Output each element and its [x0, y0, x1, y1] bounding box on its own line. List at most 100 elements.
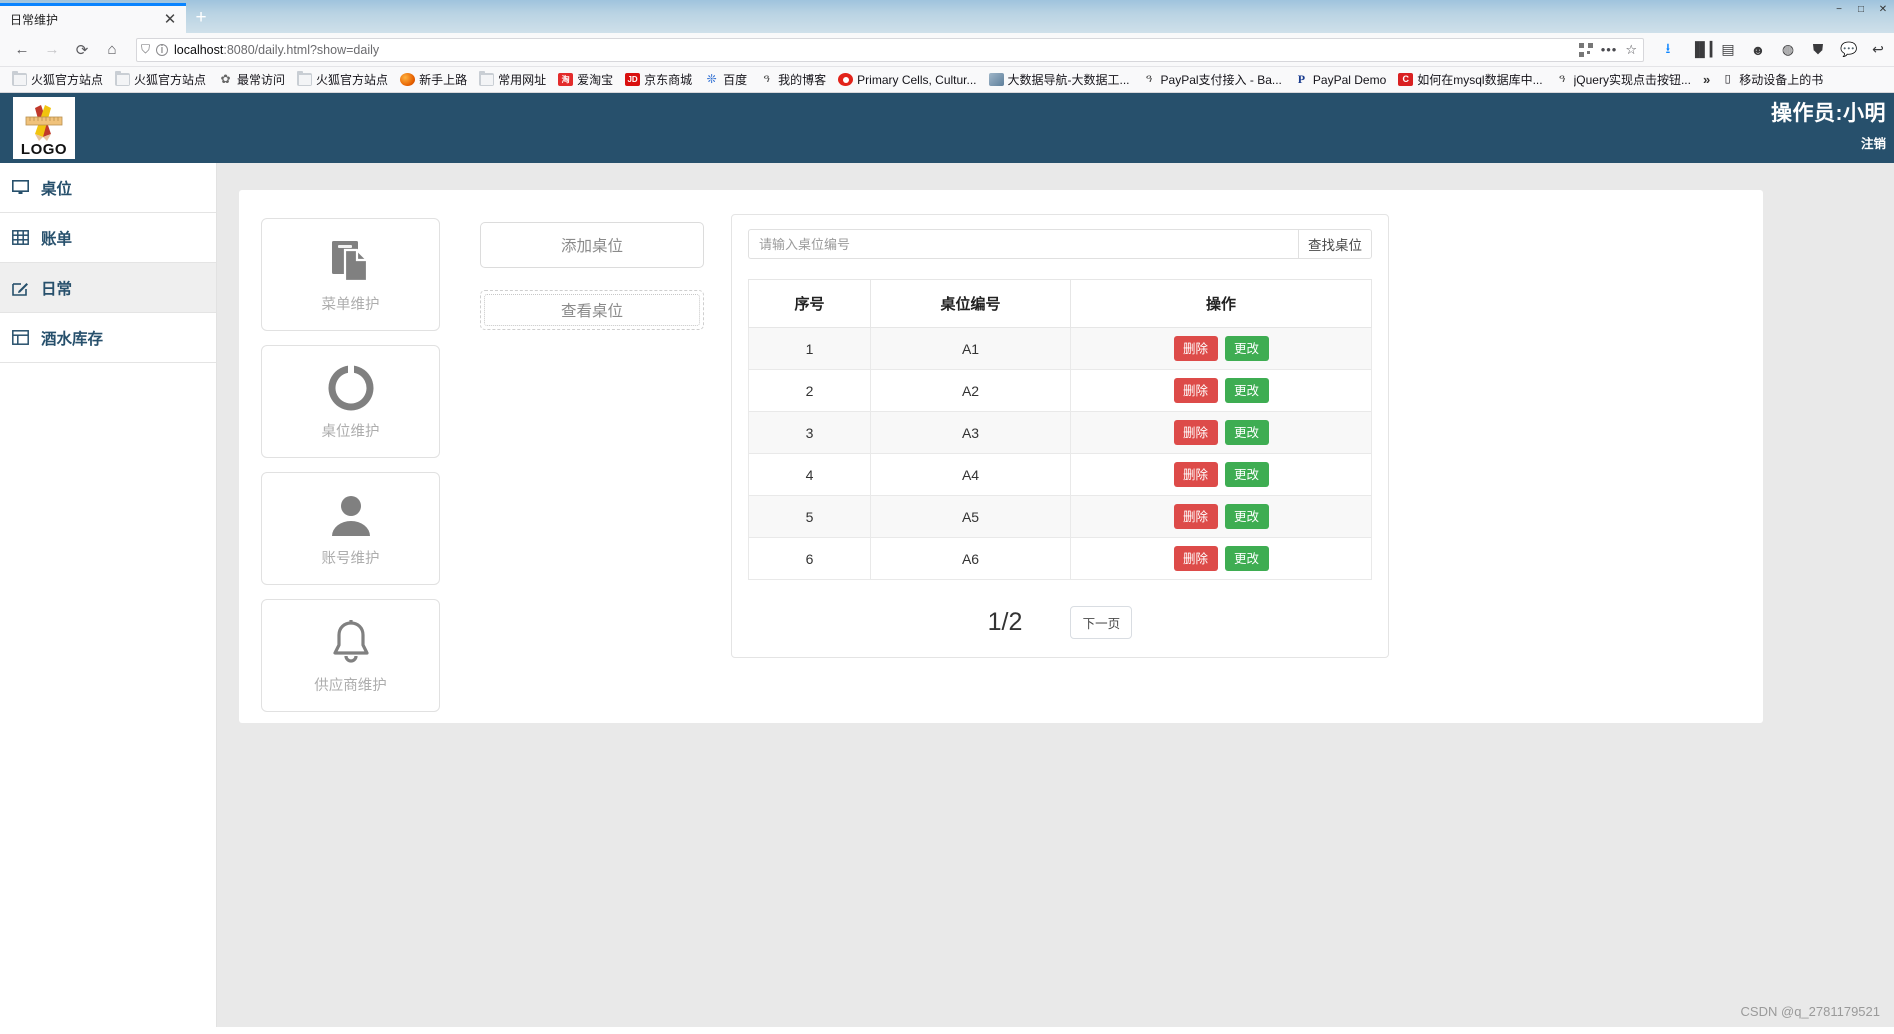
delete-button[interactable]: 删除 — [1173, 546, 1218, 571]
reload-icon[interactable]: ⟳ — [68, 36, 96, 64]
taobao-icon: 淘 — [558, 73, 574, 86]
browser-tab[interactable]: 日常维护 ✕ — [0, 3, 186, 33]
bookmark-item[interactable]: JD 京东商城 — [619, 69, 698, 90]
delete-button[interactable]: 删除 — [1173, 336, 1218, 361]
sidebar-item-drinks-inventory[interactable]: 酒水库存 — [0, 313, 216, 363]
address-bar[interactable]: ⛉ i localhost:8080/daily.html?show=daily… — [136, 37, 1644, 62]
bookmark-label: 我的博客 — [778, 73, 827, 87]
bookmark-item[interactable]: P PayPal Demo — [1288, 71, 1392, 89]
url-path: :8080/daily.html?show=daily — [223, 42, 380, 57]
cell-code: A6 — [870, 537, 1071, 580]
page-body: 桌位 账单 日常 酒水库存 菜单维护 桌位维护 账号维护 供应商维护 添加桌位 … — [0, 163, 1894, 1027]
bookmark-item[interactable]: ✿ 最常访问 — [212, 69, 291, 90]
container-icon[interactable]: ⛊ — [1810, 41, 1826, 58]
cell-actions: 删除 更改 — [1070, 453, 1372, 496]
row-actions: 删除 更改 — [1071, 462, 1371, 487]
card-account-maintenance[interactable]: 账号维护 — [261, 472, 440, 585]
mobile-bookmarks-item[interactable]: ▯ 移动设备上的书 — [1716, 69, 1829, 90]
bookmarks-overflow-icon[interactable]: » — [1697, 72, 1716, 87]
sidebar-item-label: 酒水库存 — [41, 330, 104, 348]
bookmark-item[interactable]: Primary Cells, Cultur... — [832, 71, 982, 89]
next-page-button[interactable]: 下一页 — [1070, 606, 1133, 639]
bookmark-star-icon[interactable]: ☆ — [1625, 42, 1637, 58]
bookmark-item[interactable]: ❊ 百度 — [698, 69, 753, 90]
table-row: 1 A1 删除 更改 — [748, 327, 1372, 370]
bookmark-item[interactable]: 淘爱淘宝 — [552, 69, 619, 90]
bookmark-item[interactable]: 火狐官方站点 — [6, 69, 109, 90]
chat-icon[interactable]: 💬 — [1840, 41, 1857, 58]
account-icon[interactable]: ☻ — [1750, 42, 1766, 58]
share-icon[interactable]: ↩ — [1870, 41, 1886, 58]
bookmark-label: 如何在mysql数据库中... — [1417, 73, 1543, 87]
card-supplier-maintenance[interactable]: 供应商维护 — [261, 599, 440, 712]
edit-button[interactable]: 更改 — [1224, 420, 1269, 445]
bookmark-label: Primary Cells, Cultur... — [857, 72, 977, 87]
close-window-icon[interactable]: ✕ — [1872, 0, 1894, 18]
edit-button[interactable]: 更改 — [1224, 336, 1269, 361]
edit-button[interactable]: 更改 — [1224, 546, 1269, 571]
sidebar-icon[interactable]: ▤ — [1720, 41, 1736, 58]
sidebar-item-bills[interactable]: 账单 — [0, 213, 216, 263]
view-table-button[interactable]: 查看桌位 — [480, 290, 704, 330]
card-label: 供应商维护 — [314, 678, 387, 694]
bookmark-item[interactable]: 火狐官方站点 — [291, 69, 394, 90]
table-panel: 查找桌位 序号 桌位编号 操作 — [731, 214, 1389, 658]
maximize-icon[interactable]: □ — [1850, 0, 1872, 18]
delete-button[interactable]: 删除 — [1173, 462, 1218, 487]
cell-index: 1 — [748, 327, 871, 370]
library-icon[interactable]: ▐▌▎ — [1690, 41, 1721, 58]
bookmark-item[interactable]: ዓ PayPal支付接入 - Ba... — [1136, 69, 1288, 90]
delete-button[interactable]: 删除 — [1173, 420, 1218, 445]
minimize-icon[interactable]: − — [1828, 0, 1850, 18]
cell-actions: 删除 更改 — [1070, 369, 1372, 412]
card-table-maintenance[interactable]: 桌位维护 — [261, 345, 440, 458]
sync-icon[interactable]: ◍ — [1780, 41, 1796, 58]
back-icon[interactable]: ← — [8, 36, 36, 64]
qr-icon[interactable] — [1578, 42, 1593, 57]
bookmark-item[interactable]: 火狐官方站点 — [109, 69, 212, 90]
page-actions-icon[interactable]: ••• — [1601, 42, 1618, 57]
cell-index: 4 — [748, 453, 871, 496]
delete-button[interactable]: 删除 — [1173, 378, 1218, 403]
search-button[interactable]: 查找桌位 — [1298, 229, 1372, 259]
bookmark-item[interactable]: C 如何在mysql数据库中... — [1392, 69, 1548, 90]
bookmark-item[interactable]: 常用网址 — [473, 69, 552, 90]
folder-icon — [297, 71, 313, 86]
table-row: 6 A6 删除 更改 — [748, 537, 1372, 580]
bookmark-item[interactable]: ዓ 我的博客 — [753, 69, 832, 90]
blog-icon: ዓ — [1145, 73, 1153, 85]
main-content: 菜单维护 桌位维护 账号维护 供应商维护 添加桌位 查看桌位 请输入桌位编号 查… — [217, 163, 1894, 1027]
sidebar-item-daily[interactable]: 日常 — [0, 263, 216, 313]
search-input[interactable] — [748, 229, 1298, 259]
add-table-button[interactable]: 添加桌位 — [480, 222, 704, 268]
page-indicator: 1/2 — [987, 608, 1023, 636]
close-icon[interactable]: ✕ — [162, 12, 178, 27]
folder-icon — [12, 71, 27, 86]
edit-button[interactable]: 更改 — [1224, 504, 1269, 529]
app-header: LOGO 操作员:小明 注销 — [0, 93, 1894, 163]
page-info-icon[interactable]: i — [156, 43, 169, 56]
download-icon[interactable]: ⭳ — [1660, 38, 1676, 62]
new-tab-button[interactable]: + — [186, 3, 216, 33]
bookmark-item[interactable]: ዓ jQuery实现点击按钮... — [1549, 69, 1697, 90]
row-actions: 删除 更改 — [1071, 546, 1371, 571]
sidebar-item-tables[interactable]: 桌位 — [0, 163, 216, 213]
bookmark-item[interactable]: 新手上路 — [394, 69, 473, 90]
user-icon — [325, 489, 377, 541]
edit-button[interactable]: 更改 — [1224, 462, 1269, 487]
edit-button[interactable]: 更改 — [1224, 378, 1269, 403]
tabstrip-background — [0, 0, 1894, 33]
cell-code: A2 — [870, 369, 1071, 412]
logo-text: LOGO — [20, 141, 68, 158]
bookmark-item[interactable]: 大数据导航-大数据工... — [983, 69, 1136, 90]
home-icon[interactable]: ⌂ — [98, 36, 126, 64]
shield-icon: ⛉ — [141, 42, 151, 56]
row-actions: 删除 更改 — [1071, 378, 1371, 403]
card-menu-maintenance[interactable]: 菜单维护 — [261, 218, 440, 331]
pencil-ruler-icon — [25, 105, 63, 141]
forward-icon[interactable]: → — [38, 36, 66, 64]
logout-link[interactable]: 注销 — [1861, 133, 1886, 152]
maintenance-cards: 菜单维护 桌位维护 账号维护 供应商维护 — [261, 208, 440, 712]
delete-button[interactable]: 删除 — [1173, 504, 1218, 529]
bookmark-label: 京东商城 — [644, 73, 693, 87]
